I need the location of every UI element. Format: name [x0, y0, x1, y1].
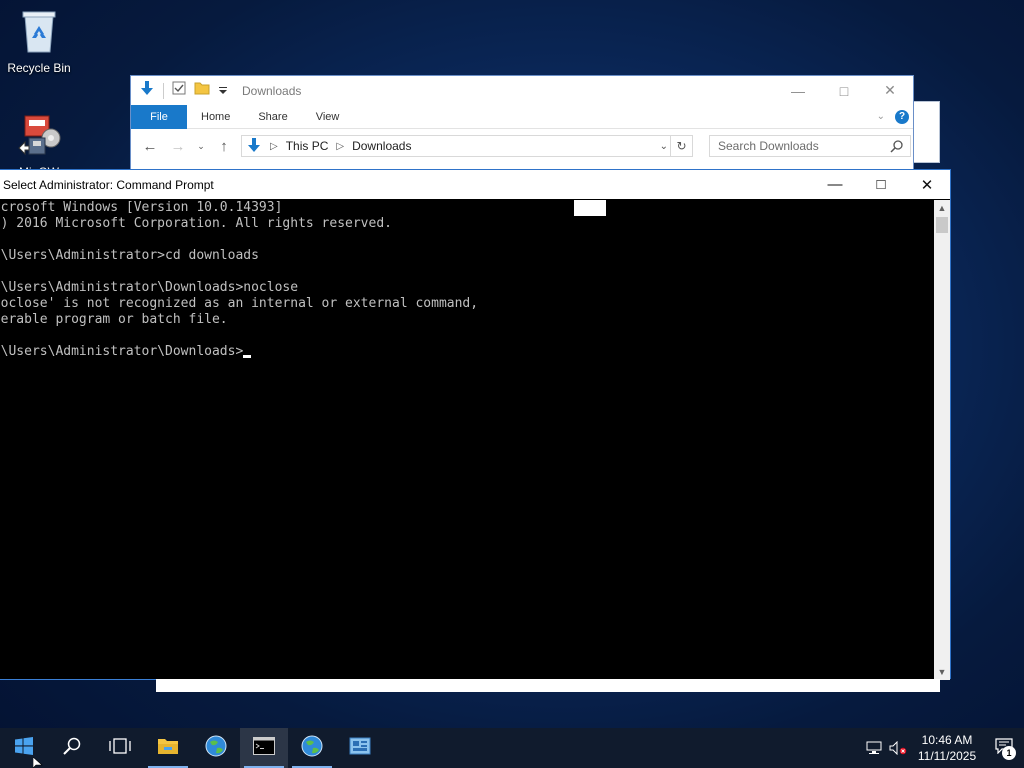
- breadcrumb-separator-icon: ▷: [336, 140, 345, 152]
- desktop-icon-recycle-bin[interactable]: Recycle Bin: [1, 8, 77, 75]
- forward-arrow-icon[interactable]: →: [167, 138, 189, 155]
- window-border: [0, 679, 156, 680]
- globe-icon: [205, 735, 227, 762]
- clock-time: 10:46 AM: [921, 733, 973, 747]
- taskbar-server-manager[interactable]: [336, 728, 384, 768]
- mouse-cursor-icon: [32, 756, 43, 768]
- console-output[interactable]: Microsoft Windows [Version 10.0.14393] (…: [0, 200, 934, 680]
- system-tray: 10:46 AM 11/11/2025 1: [862, 728, 1024, 768]
- console-line: operable program or batch file.: [0, 312, 228, 327]
- navigation-bar: ← → ⌄ ↑ ▷ This PC ▷ Downloads ⌄ ↻ Search…: [131, 129, 913, 163]
- tab-view[interactable]: View: [302, 105, 354, 129]
- properties-icon[interactable]: [172, 81, 186, 100]
- scrollbar-thumb[interactable]: [936, 217, 948, 233]
- taskbar-browser[interactable]: [192, 728, 240, 768]
- search-icon: [63, 737, 81, 760]
- windows-logo-icon: [15, 736, 33, 760]
- search-input[interactable]: Search Downloads: [709, 135, 911, 157]
- network-icon[interactable]: [862, 741, 886, 755]
- cmd-window-title: Select Administrator: Command Prompt: [3, 177, 214, 192]
- tab-share[interactable]: Share: [244, 105, 301, 129]
- tab-home[interactable]: Home: [187, 105, 244, 129]
- maximize-button[interactable]: □: [858, 170, 904, 199]
- ribbon-tabs: File Home Share View ⌄ ?: [131, 104, 913, 129]
- console-line: (c) 2016 Microsoft Corporation. All righ…: [0, 216, 392, 231]
- console-line: Microsoft Windows [Version 10.0.14393]: [0, 200, 283, 215]
- selection-block: [574, 200, 606, 216]
- chevron-down-icon[interactable]: ⌄: [660, 141, 668, 152]
- divider: [163, 82, 164, 99]
- console-line: C:\Users\Administrator\Downloads>noclose: [0, 280, 299, 295]
- action-center-button[interactable]: 1: [984, 728, 1024, 768]
- desktop-icon-label: Recycle Bin: [7, 61, 71, 75]
- minimize-button[interactable]: —: [775, 76, 821, 105]
- download-arrow-icon: [246, 137, 262, 156]
- cmd-titlebar[interactable]: Select Administrator: Command Prompt — □…: [0, 170, 950, 199]
- speaker-muted-icon[interactable]: [886, 741, 910, 755]
- console-icon: [253, 736, 275, 760]
- search-icon: [890, 139, 904, 156]
- recent-locations-icon[interactable]: ⌄: [195, 141, 207, 152]
- scroll-down-icon[interactable]: ▼: [934, 664, 950, 680]
- refresh-icon[interactable]: ↻: [670, 136, 692, 156]
- mingw-installer-icon: [1, 110, 77, 161]
- up-arrow-icon[interactable]: ↑: [213, 138, 235, 155]
- background-window-edge: [910, 101, 940, 163]
- vertical-scrollbar[interactable]: ▲ ▼: [934, 200, 950, 680]
- taskbar-command-prompt[interactable]: [240, 728, 288, 768]
- tab-file[interactable]: File: [131, 104, 187, 129]
- task-view-icon: [109, 737, 131, 759]
- text-cursor: [243, 355, 252, 358]
- breadcrumb-separator-icon: ▷: [270, 140, 278, 152]
- minimize-button[interactable]: —: [812, 170, 858, 199]
- taskbar: 10:46 AM 11/11/2025 1: [0, 728, 1024, 768]
- recycle-bin-icon: [1, 8, 77, 57]
- search-placeholder: Search Downloads: [718, 139, 819, 153]
- back-arrow-icon[interactable]: ←: [139, 138, 161, 155]
- command-prompt-window: Select Administrator: Command Prompt — □…: [0, 169, 951, 680]
- clock-date: 11/11/2025: [917, 749, 977, 763]
- notification-count-badge: 1: [1002, 746, 1016, 760]
- globe-icon: [301, 735, 323, 762]
- scroll-up-icon[interactable]: ▲: [934, 200, 950, 216]
- file-explorer-window: Downloads — □ ✕ File Home Share View ⌄ ?…: [130, 75, 914, 175]
- taskbar-search-button[interactable]: [48, 728, 96, 768]
- taskbar-file-explorer[interactable]: [144, 728, 192, 768]
- taskbar-browser-2[interactable]: [288, 728, 336, 768]
- server-manager-icon: [349, 737, 371, 760]
- console-line: 'noclose' is not recognized as an intern…: [0, 296, 479, 311]
- console-line: C:\Users\Administrator\Downloads>: [0, 344, 244, 359]
- explorer-window-title: Downloads: [242, 83, 302, 98]
- address-bar[interactable]: ▷ This PC ▷ Downloads ⌄ ↻: [241, 135, 693, 157]
- new-folder-icon[interactable]: [194, 81, 210, 100]
- maximize-button[interactable]: □: [821, 76, 867, 105]
- help-icon[interactable]: ?: [895, 109, 909, 124]
- task-view-button[interactable]: [96, 728, 144, 768]
- quick-access-toolbar: [139, 80, 228, 101]
- folder-icon: [157, 737, 179, 760]
- close-button[interactable]: ✕: [904, 170, 950, 199]
- horizontal-scrollbar[interactable]: [156, 679, 940, 692]
- breadcrumb-downloads[interactable]: Downloads: [352, 139, 411, 153]
- chevron-down-icon[interactable]: [218, 82, 228, 100]
- console-line: C:\Users\Administrator>cd downloads: [0, 248, 259, 263]
- explorer-titlebar[interactable]: Downloads — □ ✕: [131, 76, 913, 105]
- console-text: Microsoft Windows [Version 10.0.14393] (…: [0, 200, 934, 360]
- close-button[interactable]: ✕: [867, 76, 913, 105]
- download-arrow-icon: [139, 80, 155, 101]
- breadcrumb-this-pc[interactable]: This PC: [286, 139, 329, 153]
- expand-ribbon-icon[interactable]: ⌄: [877, 111, 885, 122]
- system-clock[interactable]: 10:46 AM 11/11/2025: [910, 732, 984, 764]
